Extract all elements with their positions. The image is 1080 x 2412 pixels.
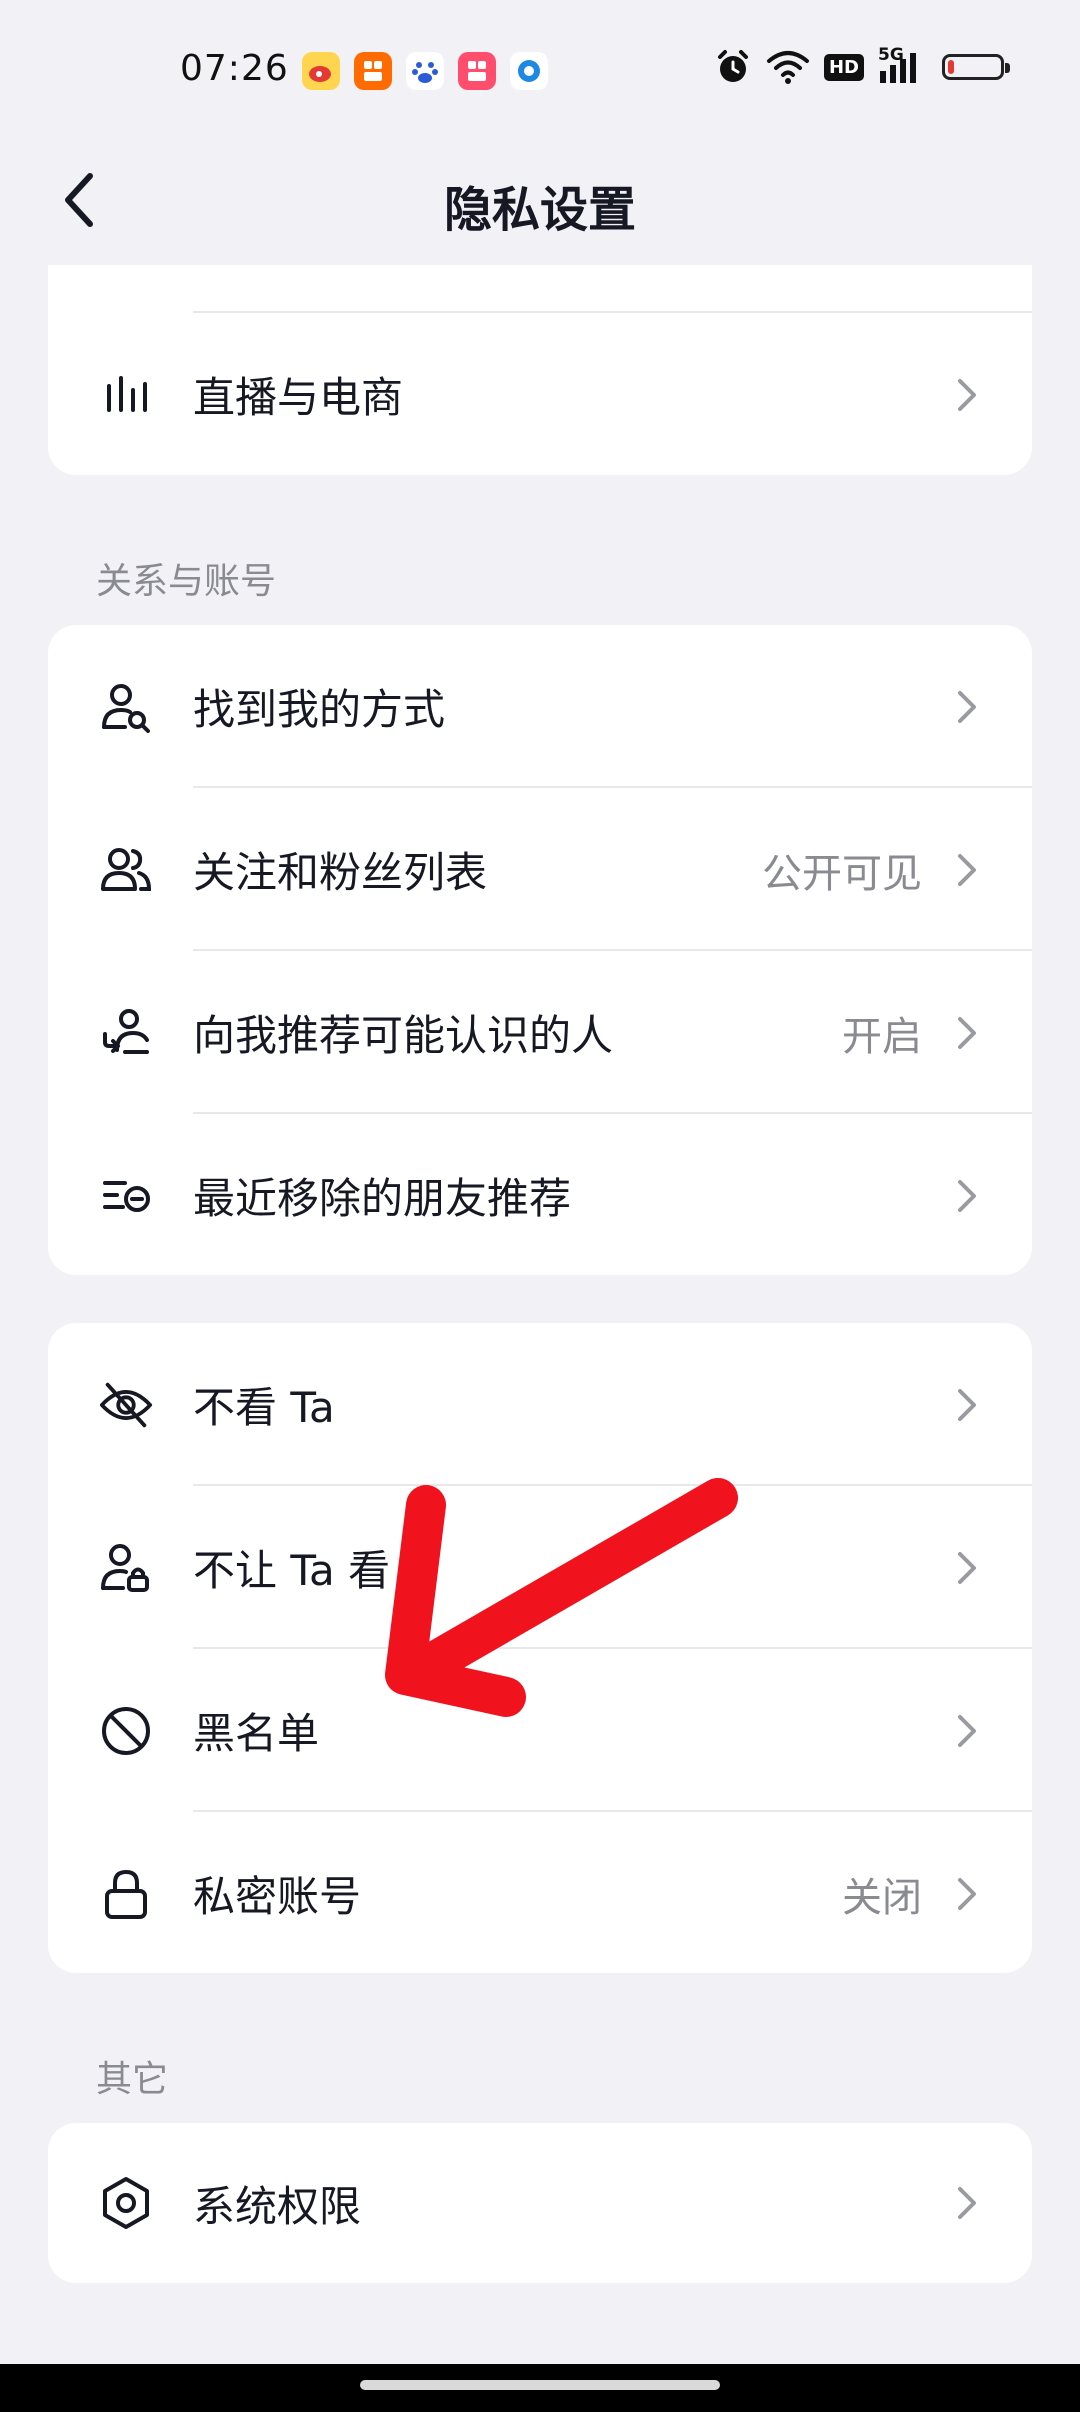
row-value: 开启 <box>842 1013 922 1060</box>
live-commerce-icon <box>98 367 154 423</box>
chevron-right-icon <box>952 2183 982 2223</box>
app-icon <box>458 52 496 90</box>
row-label: 不看 Ta <box>193 1383 335 1432</box>
row-label: 黑名单 <box>193 1709 320 1758</box>
baidu-icon <box>406 52 444 90</box>
notification-icons <box>302 52 548 90</box>
other-card: 系统权限 <box>48 2123 1032 2283</box>
row-value: 公开可见 <box>762 850 922 897</box>
home-indicator[interactable] <box>360 2380 720 2390</box>
chevron-right-icon <box>952 687 982 727</box>
chevron-right-icon <box>952 375 982 415</box>
row-label: 最近移除的朋友推荐 <box>193 1174 572 1223</box>
nav-bar: 隐私设置 <box>0 140 1080 260</box>
chevron-right-icon <box>952 1176 982 1216</box>
signal-icon: 5G <box>878 45 928 85</box>
battery-icon <box>942 54 1010 80</box>
chevron-right-icon <box>952 1013 982 1053</box>
row-hide-their-content[interactable]: 不看 Ta <box>48 1323 1032 1486</box>
row-private-account[interactable]: 私密账号 关闭 <box>48 1812 1032 1973</box>
app-icon <box>354 52 392 90</box>
removed-recommend-icon <box>98 1168 154 1224</box>
visibility-card: 不看 Ta 不让 Ta 看 黑名单 私密账号 关闭 <box>48 1323 1032 1973</box>
block-icon <box>98 1703 154 1759</box>
row-label: 直播与电商 <box>193 373 404 422</box>
section-title-other: 其它 <box>96 2059 169 2100</box>
row-followers-list[interactable]: 关注和粉丝列表 公开可见 <box>48 788 1032 951</box>
gesture-bar <box>0 2364 1080 2412</box>
relations-card: 找到我的方式 关注和粉丝列表 公开可见 向我推荐可能认识的人 开启 最近移除的朋… <box>48 625 1032 1275</box>
row-label: 关注和粉丝列表 <box>193 848 488 897</box>
eye-off-icon <box>98 1377 154 1433</box>
row-blacklist[interactable]: 黑名单 <box>48 1649 1032 1812</box>
user-lock-icon <box>98 1540 154 1596</box>
row-label: 不让 Ta 看 <box>193 1546 391 1595</box>
partial-row-top <box>48 265 1032 313</box>
row-label: 系统权限 <box>193 2181 362 2231</box>
section-title-relations: 关系与账号 <box>96 561 277 602</box>
row-hide-my-content[interactable]: 不让 Ta 看 <box>48 1486 1032 1649</box>
recommend-people-icon <box>98 1005 154 1061</box>
row-recommend-people[interactable]: 向我推荐可能认识的人 开启 <box>48 951 1032 1114</box>
chevron-right-icon <box>952 1385 982 1425</box>
chevron-right-icon <box>952 1711 982 1751</box>
find-me-icon <box>98 679 154 735</box>
row-removed-recommendations[interactable]: 最近移除的朋友推荐 <box>48 1114 1032 1275</box>
top-settings-card: 直播与电商 <box>48 265 1032 475</box>
row-system-permissions[interactable]: 系统权限 <box>48 2123 1032 2283</box>
lock-icon <box>98 1866 154 1922</box>
alarm-icon <box>717 50 748 82</box>
row-label: 向我推荐可能认识的人 <box>193 1011 614 1060</box>
status-bar: 07:26 HD 5G <box>0 0 1080 140</box>
page-title: 隐私设置 <box>443 182 636 238</box>
hd-badge: HD <box>823 53 864 81</box>
status-time: 07:26 <box>180 48 289 89</box>
browser-icon <box>510 52 548 90</box>
system-icons: HD 5G <box>714 45 1010 86</box>
chevron-right-icon <box>952 850 982 890</box>
weibo-icon <box>302 52 340 90</box>
chevron-right-icon <box>952 1874 982 1914</box>
row-label: 找到我的方式 <box>193 685 446 734</box>
wifi-icon <box>766 51 809 84</box>
row-value: 关闭 <box>842 1874 922 1921</box>
permissions-icon <box>98 2175 154 2231</box>
row-label: 私密账号 <box>193 1872 362 1921</box>
chevron-right-icon <box>952 1548 982 1588</box>
row-find-me[interactable]: 找到我的方式 <box>48 625 1032 788</box>
followers-icon <box>98 842 154 898</box>
row-live-commerce[interactable]: 直播与电商 <box>48 313 1032 475</box>
